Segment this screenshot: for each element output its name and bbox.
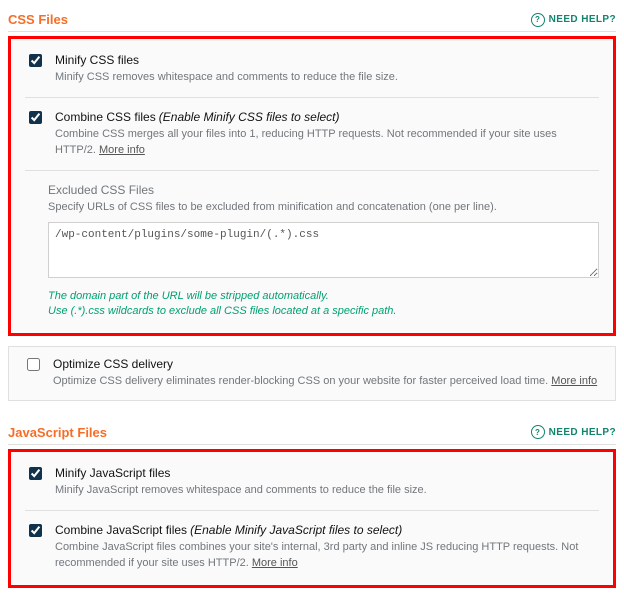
optimize-css-checkbox[interactable] xyxy=(27,358,40,371)
need-help-label: NEED HELP? xyxy=(549,14,616,25)
divider xyxy=(25,510,599,511)
need-help-link[interactable]: ? NEED HELP? xyxy=(531,13,616,27)
combine-css-desc: Combine CSS merges all your files into 1… xyxy=(55,127,599,158)
combine-js-row: Combine JavaScript files (Enable Minify … xyxy=(25,523,599,571)
excluded-css-title: Excluded CSS Files xyxy=(48,183,599,197)
need-help-label: NEED HELP? xyxy=(549,427,616,438)
css-section-title: CSS Files xyxy=(8,12,68,27)
excluded-css-textarea[interactable] xyxy=(48,222,599,278)
need-help-link[interactable]: ? NEED HELP? xyxy=(531,425,616,439)
optimize-css-frame: Optimize CSS delivery Optimize CSS deliv… xyxy=(8,346,616,400)
minify-css-row: Minify CSS files Minify CSS removes whit… xyxy=(25,53,599,85)
css-options-frame: Minify CSS files Minify CSS removes whit… xyxy=(8,36,616,336)
combine-js-label: Combine JavaScript files xyxy=(55,523,187,537)
more-info-link[interactable]: More info xyxy=(252,557,298,569)
js-section-title: JavaScript Files xyxy=(8,425,107,440)
help-icon: ? xyxy=(531,425,545,439)
combine-css-row: Combine CSS files (Enable Minify CSS fil… xyxy=(25,110,599,158)
excluded-css-block: Excluded CSS Files Specify URLs of CSS f… xyxy=(48,183,599,319)
divider xyxy=(25,97,599,98)
more-info-link[interactable]: More info xyxy=(99,144,145,156)
optimize-css-desc: Optimize CSS delivery eliminates render-… xyxy=(53,374,597,389)
minify-css-checkbox[interactable] xyxy=(29,54,42,67)
combine-css-heading: Combine CSS files (Enable Minify CSS fil… xyxy=(55,110,599,124)
minify-js-checkbox[interactable] xyxy=(29,467,42,480)
combine-js-checkbox[interactable] xyxy=(29,524,42,537)
excluded-css-note: The domain part of the URL will be strip… xyxy=(48,289,599,320)
excluded-css-desc: Specify URLs of CSS files to be excluded… xyxy=(48,200,599,215)
minify-js-desc: Minify JavaScript removes whitespace and… xyxy=(55,483,427,498)
optimize-css-label: Optimize CSS delivery xyxy=(53,357,597,371)
combine-css-label: Combine CSS files xyxy=(55,110,156,124)
minify-css-desc: Minify CSS removes whitespace and commen… xyxy=(55,70,398,85)
minify-js-label: Minify JavaScript files xyxy=(55,466,427,480)
js-options-frame: Minify JavaScript files Minify JavaScrip… xyxy=(8,449,616,588)
css-section-header: CSS Files ? NEED HELP? xyxy=(8,8,616,32)
divider xyxy=(25,170,599,171)
optimize-css-row: Optimize CSS delivery Optimize CSS deliv… xyxy=(23,357,601,389)
minify-js-row: Minify JavaScript files Minify JavaScrip… xyxy=(25,466,599,498)
combine-css-checkbox[interactable] xyxy=(29,111,42,124)
help-icon: ? xyxy=(531,13,545,27)
minify-css-label: Minify CSS files xyxy=(55,53,398,67)
js-section-header: JavaScript Files ? NEED HELP? xyxy=(8,421,616,445)
combine-js-hint: (Enable Minify JavaScript files to selec… xyxy=(190,523,402,537)
combine-css-hint: (Enable Minify CSS files to select) xyxy=(159,110,340,124)
more-info-link[interactable]: More info xyxy=(551,375,597,387)
combine-js-desc: Combine JavaScript files combines your s… xyxy=(55,540,599,571)
combine-js-heading: Combine JavaScript files (Enable Minify … xyxy=(55,523,599,537)
